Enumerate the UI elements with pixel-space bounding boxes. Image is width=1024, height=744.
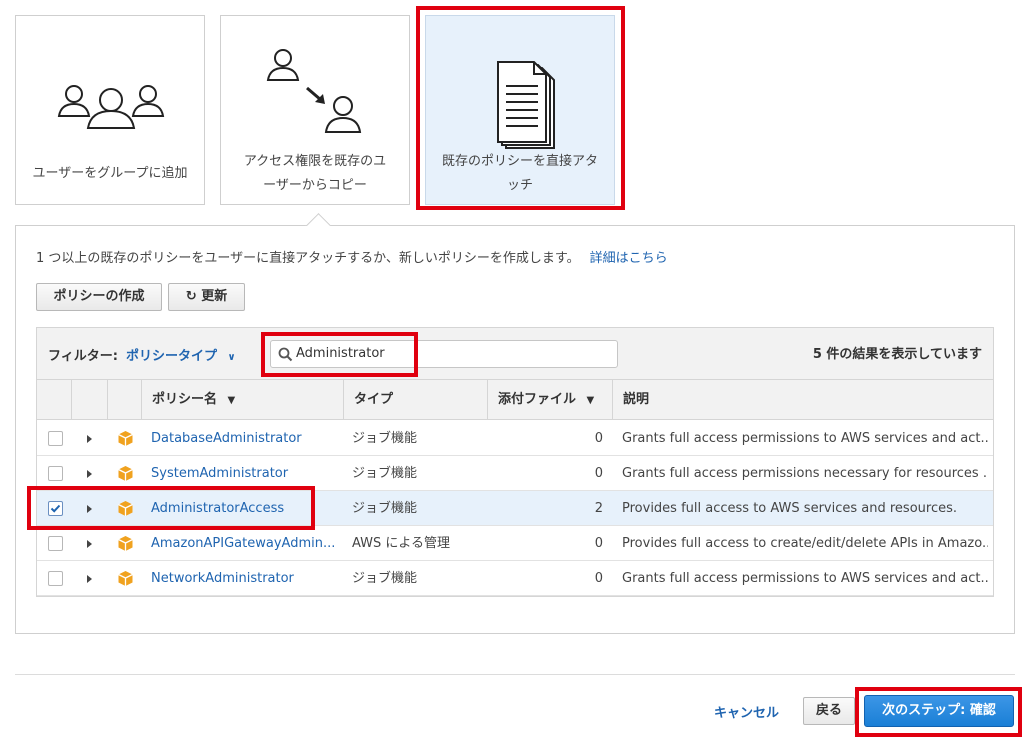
policy-name-link[interactable]: DatabaseAdministrator xyxy=(151,421,341,456)
row-checkbox[interactable] xyxy=(48,571,63,586)
policy-type: ジョブ機能 xyxy=(352,571,418,586)
policy-description: Grants full access permissions necessary… xyxy=(622,466,988,481)
table-row-selected[interactable]: AdministratorAccess ジョブ機能 2 Provides ful… xyxy=(37,491,993,526)
header-policy-name[interactable]: ポリシー名 ▼ xyxy=(141,380,343,420)
policy-icon xyxy=(118,536,133,551)
checkmark-icon xyxy=(50,504,61,513)
policy-search-input[interactable]: Administrator xyxy=(270,340,618,368)
document-stack-icon xyxy=(497,61,555,149)
policy-description: Provides full access to AWS services and… xyxy=(622,501,957,516)
policy-type: ジョブ機能 xyxy=(352,431,418,446)
option-copy-permissions-label-1: アクセス権限を既存のユ xyxy=(243,154,387,169)
refresh-label: 更新 xyxy=(201,289,228,304)
policy-search-value: Administrator xyxy=(296,346,385,361)
refresh-button[interactable]: ↻ 更新 xyxy=(168,283,245,311)
table-row[interactable]: SystemAdministrator ジョブ機能 0 Grants full … xyxy=(37,456,993,491)
next-step-button[interactable]: 次のステップ: 確認 xyxy=(864,695,1014,727)
policy-attachments: 0 xyxy=(594,571,603,586)
option-copy-permissions[interactable]: アクセス権限を既存のユ ーザーからコピー xyxy=(220,15,410,205)
panel-pointer xyxy=(305,208,331,226)
copy-user-icon xyxy=(266,49,362,133)
learn-more-link[interactable]: 詳細はこちら xyxy=(590,251,668,266)
option-add-to-group[interactable]: ユーザーをグループに追加 xyxy=(15,15,205,205)
policy-icon xyxy=(118,501,133,516)
refresh-icon: ↻ xyxy=(185,289,197,304)
policy-attachments: 0 xyxy=(594,536,603,551)
sort-down-icon: ▼ xyxy=(227,395,236,406)
filter-bar: フィルター: ポリシータイプ ∨ Administrator 5 件の結果を表示… xyxy=(37,328,993,380)
policy-attachments: 0 xyxy=(594,466,603,481)
expand-caret-icon[interactable] xyxy=(87,470,92,478)
option-attach-policies-label-1: 既存のポリシーを直接アタ xyxy=(441,154,598,169)
policies-table: フィルター: ポリシータイプ ∨ Administrator 5 件の結果を表示… xyxy=(36,327,994,597)
users-group-icon xyxy=(57,85,165,129)
expand-caret-icon[interactable] xyxy=(87,505,92,513)
table-row[interactable]: NetworkAdministrator ジョブ機能 0 Grants full… xyxy=(37,561,993,596)
row-checkbox[interactable] xyxy=(48,431,63,446)
policy-attachments: 2 xyxy=(594,501,603,516)
table-row[interactable]: AmazonAPIGatewayAdmin... AWS による管理 0 Pro… xyxy=(37,526,993,561)
row-checkbox[interactable] xyxy=(48,466,63,481)
policy-name-link[interactable]: SystemAdministrator xyxy=(151,456,341,491)
policy-name-link[interactable]: NetworkAdministrator xyxy=(151,561,341,596)
option-add-to-group-label: ユーザーをグループに追加 xyxy=(32,166,188,181)
table-row[interactable]: DatabaseAdministrator ジョブ機能 0 Grants ful… xyxy=(37,421,993,456)
option-attach-policies-label-2: ッチ xyxy=(506,178,533,193)
policy-attachments: 0 xyxy=(594,431,603,446)
back-button[interactable]: 戻る xyxy=(803,697,855,725)
policy-description: Provides full access to create/edit/dele… xyxy=(622,536,988,551)
expand-caret-icon[interactable] xyxy=(87,540,92,548)
policy-type: ジョブ機能 xyxy=(352,466,418,481)
header-icon xyxy=(107,380,141,420)
row-checkbox[interactable] xyxy=(48,536,63,551)
policy-icon xyxy=(118,466,133,481)
result-count: 5 件の結果を表示しています xyxy=(812,347,982,362)
policy-type: ジョブ機能 xyxy=(352,501,418,516)
header-description[interactable]: 説明 xyxy=(612,380,993,420)
filter-policy-type-dropdown[interactable]: ポリシータイプ ∨ xyxy=(126,345,236,364)
policy-type: AWS による管理 xyxy=(352,536,451,551)
panel-description: 1 つ以上の既存のポリシーをユーザーに直接アタッチするか、新しいポリシーを作成し… xyxy=(36,247,668,266)
create-policy-button[interactable]: ポリシーの作成 xyxy=(36,283,162,311)
table-header: ポリシー名 ▼ タイプ 添付ファイル ▼ 説明 xyxy=(37,380,993,420)
expand-caret-icon[interactable] xyxy=(87,575,92,583)
description-text: 1 つ以上の既存のポリシーをユーザーに直接アタッチするか、新しいポリシーを作成し… xyxy=(36,251,580,266)
header-attachments-label: 添付ファイル xyxy=(498,392,577,407)
policy-description: Grants full access permissions to AWS se… xyxy=(622,431,988,446)
filter-policy-type-value: ポリシータイプ xyxy=(126,349,218,364)
option-attach-policies[interactable]: 既存のポリシーを直接アタ ッチ xyxy=(425,15,615,205)
policy-name-link[interactable]: AdministratorAccess xyxy=(151,491,341,526)
policy-description: Grants full access permissions to AWS se… xyxy=(622,571,988,586)
policy-icon xyxy=(118,431,133,446)
search-icon xyxy=(278,347,293,362)
header-expand xyxy=(71,380,107,420)
header-attachments[interactable]: 添付ファイル ▼ xyxy=(487,380,612,420)
header-policy-name-label: ポリシー名 xyxy=(152,392,218,407)
policy-name-link[interactable]: AmazonAPIGatewayAdmin... xyxy=(151,526,341,561)
sort-down-icon: ▼ xyxy=(586,395,595,406)
expand-caret-icon[interactable] xyxy=(87,435,92,443)
header-type[interactable]: タイプ xyxy=(343,380,487,420)
row-checkbox-checked[interactable] xyxy=(48,501,63,516)
policy-icon xyxy=(118,571,133,586)
option-copy-permissions-label-2: ーザーからコピー xyxy=(263,178,367,193)
cancel-link[interactable]: キャンセル xyxy=(714,702,779,721)
filter-label: フィルター: xyxy=(48,349,118,364)
chevron-down-icon: ∨ xyxy=(227,352,236,363)
footer-divider xyxy=(15,674,1015,675)
